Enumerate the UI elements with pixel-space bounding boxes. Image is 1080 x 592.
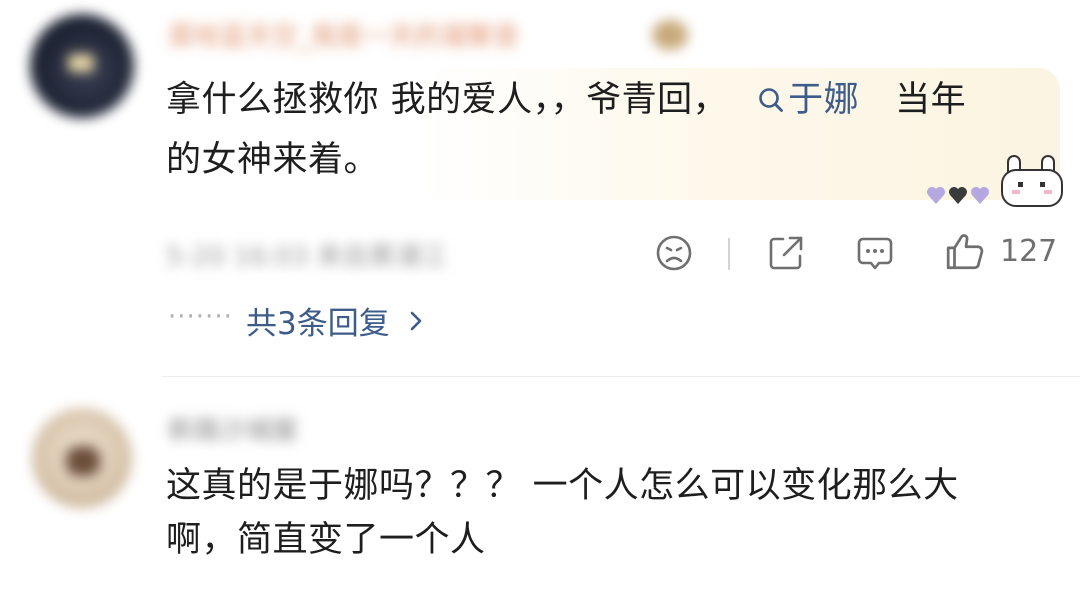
username[interactable]: 新路沙城屋 [168, 410, 298, 447]
comment-text-part1: 拿什么拯救你 我的爱人，，爷青回， [166, 80, 729, 120]
comment-text: 拿什么拯救你 我的爱人，，爷青回， 于娜 当年 [166, 70, 1046, 130]
view-replies-label: 共3条回复 [246, 306, 390, 342]
comment-meta: 5-20 16:03 来自黄浦江 [166, 242, 447, 272]
mention-link[interactable]: 于娜 [758, 80, 859, 120]
username[interactable]: 菜哈蓝天空_我是一天的凝聚音 [168, 16, 519, 53]
comment-text-line2: 啊，简直变了一个人 [166, 520, 486, 560]
thumbs-up-icon [946, 234, 984, 270]
comment-text-part2: 当年 [895, 80, 967, 120]
share-icon [769, 236, 803, 270]
view-replies-link[interactable]: 共3条回复 [246, 298, 426, 343]
heart-icon [926, 184, 990, 210]
replies-dots: ······· [168, 302, 233, 332]
dislike-button[interactable] [654, 233, 694, 277]
share-button[interactable] [766, 233, 806, 277]
like-count: 127 [1000, 233, 1058, 269]
reply-button[interactable] [855, 233, 895, 277]
comment-text-line2: 的女神来着。 [166, 140, 380, 180]
comment-divider [162, 376, 1080, 377]
comment-text: 这真的是于娜吗？？？ 一个人怎么可以变化那么大 [166, 466, 959, 506]
comment-bubble-icon [857, 237, 893, 270]
like-button[interactable]: 127 [944, 230, 1057, 272]
avatar[interactable] [30, 14, 134, 118]
chevron-right-icon [410, 311, 422, 330]
bunny-sticker-icon [998, 152, 1066, 214]
mention-label: 于娜 [788, 80, 860, 120]
avatar[interactable] [32, 408, 132, 508]
action-divider [728, 238, 730, 270]
user-badge-icon [652, 20, 688, 50]
sad-face-icon [656, 235, 692, 271]
search-icon [759, 88, 784, 112]
